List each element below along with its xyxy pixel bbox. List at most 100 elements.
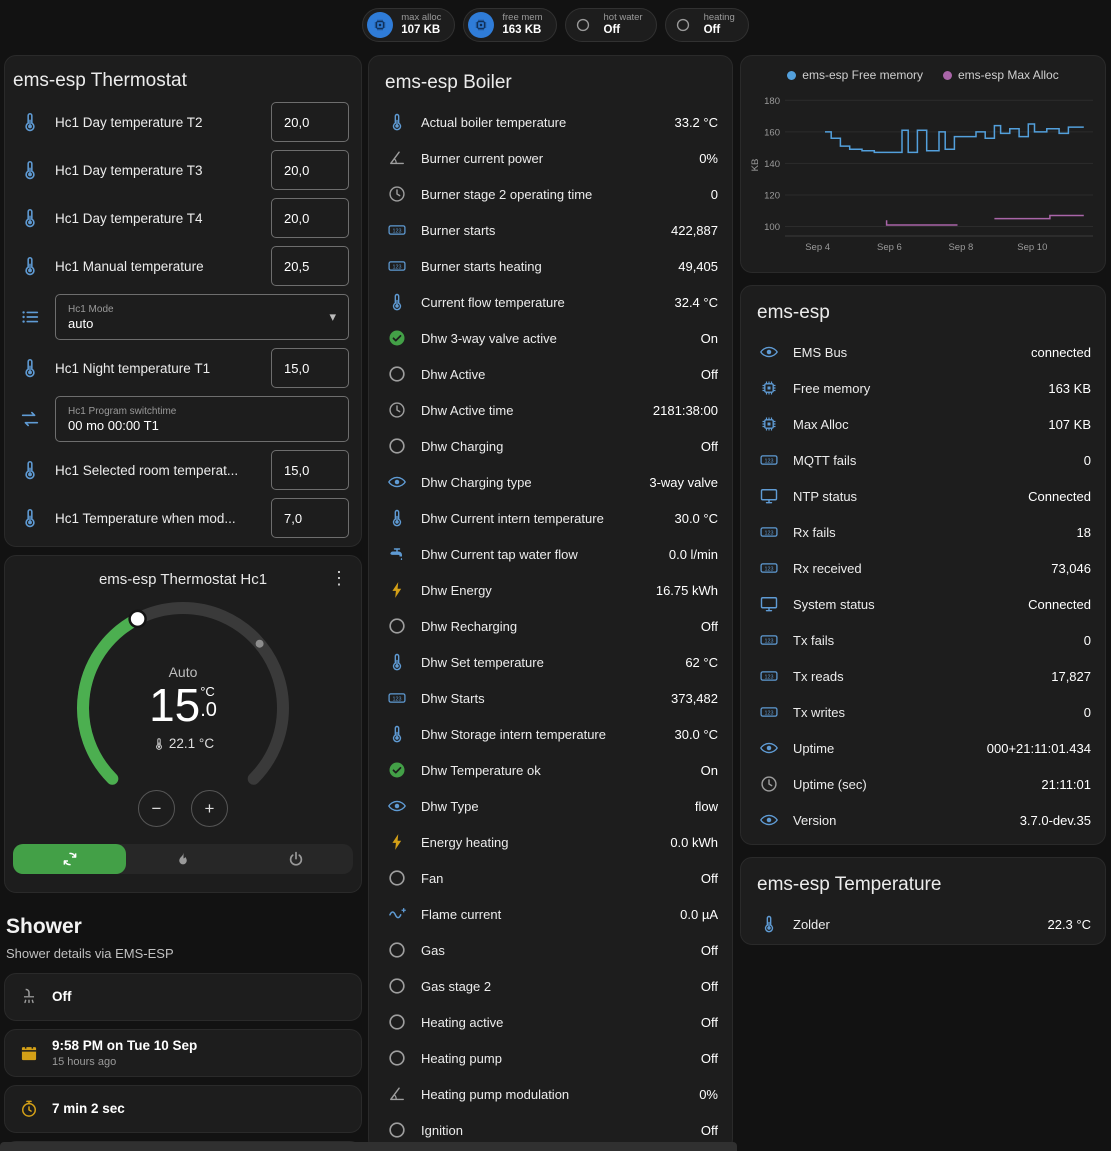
entity-row[interactable]: System statusConnected — [741, 586, 1105, 622]
entity-row[interactable]: Burner current power0% — [369, 140, 732, 176]
badge-max-alloc[interactable]: max alloc107 KB — [362, 8, 455, 42]
entity-value: connected — [1031, 345, 1091, 360]
badge-value: 107 KB — [401, 24, 441, 37]
shower-card[interactable]: Off — [4, 973, 362, 1021]
entity-name: MQTT fails — [793, 453, 1070, 468]
entity-name: Dhw Charging — [421, 439, 687, 454]
entity-row[interactable]: Flame current0.0 µA — [369, 896, 732, 932]
thermostat-dial[interactable]: Auto 15 °C .0 22.1 °C − + — [63, 590, 303, 834]
entity-row[interactable]: Version3.7.0-dev.35 — [741, 802, 1105, 838]
y-tick-label: 120 — [764, 190, 780, 201]
shower-card[interactable]: 7 min 2 sec — [4, 1085, 362, 1133]
entity-row[interactable]: 123Tx reads17,827 — [741, 658, 1105, 694]
more-options-button[interactable]: ⋮ — [327, 566, 351, 590]
decrease-temperature-button[interactable]: − — [138, 790, 175, 827]
section-subtitle: Shower details via EMS-ESP — [6, 946, 360, 961]
entity-row[interactable]: Max Alloc107 KB — [741, 406, 1105, 442]
badge-hot-water[interactable]: hot waterOff — [565, 8, 657, 42]
hvac-mode-auto-button[interactable] — [13, 844, 126, 874]
legend-item[interactable]: ems-esp Free memory — [787, 68, 923, 82]
entity-row[interactable]: Uptime000+21:11:01.434 — [741, 730, 1105, 766]
legend-item[interactable]: ems-esp Max Alloc — [943, 68, 1059, 82]
entity-name: Burner stage 2 operating time — [421, 187, 697, 202]
circle-outline-icon — [387, 616, 407, 636]
entity-row[interactable]: NTP statusConnected — [741, 478, 1105, 514]
entity-row[interactable]: 123Burner starts422,887 — [369, 212, 732, 248]
entity-row[interactable]: GasOff — [369, 932, 732, 968]
entity-row[interactable]: Uptime (sec)21:11:01 — [741, 766, 1105, 802]
entity-row[interactable]: Dhw RechargingOff — [369, 608, 732, 644]
number-input[interactable]: 7,0 — [271, 498, 349, 538]
entity-value: 73,046 — [1051, 561, 1091, 576]
entity-row[interactable]: 123Tx fails0 — [741, 622, 1105, 658]
counter-icon: 123 — [759, 630, 779, 650]
memory-chart-card[interactable]: ems-esp Free memoryems-esp Max Alloc 100… — [740, 55, 1106, 273]
mode-select[interactable]: Hc1 Modeauto▾ — [55, 294, 349, 340]
badge-heating[interactable]: heatingOff — [665, 8, 749, 42]
entity-name: Rx received — [793, 561, 1037, 576]
badge-label: hot water — [604, 13, 643, 24]
entity-row[interactable]: Dhw Temperature okOn — [369, 752, 732, 788]
series-line — [825, 124, 1084, 152]
entity-row[interactable]: Heating pumpOff — [369, 1040, 732, 1076]
badge-label: heating — [704, 13, 735, 24]
entity-row[interactable]: Zolder22.3 °C — [741, 906, 1105, 942]
dial-handle[interactable] — [130, 611, 146, 627]
entity-name: Current flow temperature — [421, 295, 660, 310]
eye-icon — [759, 810, 779, 830]
swap-icon — [19, 408, 41, 430]
badge-free-mem[interactable]: free mem163 KB — [463, 8, 556, 42]
y-axis-label: KB — [750, 159, 761, 172]
entity-row[interactable]: EMS Busconnected — [741, 334, 1105, 370]
entity-name: Heating pump — [421, 1051, 687, 1066]
number-input[interactable]: 15,0 — [271, 450, 349, 490]
entity-row[interactable]: 123Tx writes0 — [741, 694, 1105, 730]
thermometer-icon — [387, 112, 407, 132]
entity-row[interactable]: 123Burner starts heating49,405 — [369, 248, 732, 284]
entity-row[interactable]: Free memory163 KB — [741, 370, 1105, 406]
entity-row[interactable]: Dhw Current intern temperature30.0 °C — [369, 500, 732, 536]
entity-row[interactable]: Heating pump modulation0% — [369, 1076, 732, 1112]
counter-icon: 123 — [387, 220, 407, 240]
entity-row[interactable]: Actual boiler temperature33.2 °C — [369, 104, 732, 140]
entity-value: 0 — [1084, 453, 1091, 468]
entity-value: 0.0 kWh — [670, 835, 718, 850]
entity-row[interactable]: Burner stage 2 operating time0 — [369, 176, 732, 212]
entity-row[interactable]: Dhw ChargingOff — [369, 428, 732, 464]
hvac-mode-heat-button[interactable] — [126, 844, 239, 874]
entity-row[interactable]: Dhw Set temperature62 °C — [369, 644, 732, 680]
number-input[interactable]: 15,0 — [271, 348, 349, 388]
svg-text:123: 123 — [392, 696, 401, 702]
thermostat-rows: Hc1 Day temperature T220,0Hc1 Day temper… — [5, 98, 361, 542]
hvac-mode-off-button[interactable] — [240, 844, 353, 874]
text-input[interactable]: Hc1 Program switchtime00 mo 00:00 T1 — [55, 396, 349, 442]
entity-row[interactable]: FanOff — [369, 860, 732, 896]
entity-row[interactable]: 123Dhw Starts373,482 — [369, 680, 732, 716]
entity-row[interactable]: Dhw Storage intern temperature30.0 °C — [369, 716, 732, 752]
entity-row[interactable]: Heating activeOff — [369, 1004, 732, 1040]
entity-row[interactable]: 123Rx received73,046 — [741, 550, 1105, 586]
number-input[interactable]: 20,0 — [271, 198, 349, 238]
number-input[interactable]: 20,0 — [271, 102, 349, 142]
entity-value: 16.75 kWh — [656, 583, 718, 598]
entity-row[interactable]: Dhw Energy16.75 kWh — [369, 572, 732, 608]
partial-card-edge — [0, 1142, 737, 1151]
entity-row[interactable]: Dhw Charging type3-way valve — [369, 464, 732, 500]
number-input[interactable]: 20,0 — [271, 150, 349, 190]
increase-temperature-button[interactable]: + — [191, 790, 228, 827]
entity-row[interactable]: Current flow temperature32.4 °C — [369, 284, 732, 320]
entity-row[interactable]: Dhw Current tap water flow0.0 l/min — [369, 536, 732, 572]
entity-row[interactable]: Dhw 3-way valve activeOn — [369, 320, 732, 356]
entity-row[interactable]: Dhw ActiveOff — [369, 356, 732, 392]
number-input[interactable]: 20,5 — [271, 246, 349, 286]
entity-value: 33.2 °C — [674, 115, 718, 130]
entity-row[interactable]: Energy heating0.0 kWh — [369, 824, 732, 860]
entity-row[interactable]: 123Rx fails18 — [741, 514, 1105, 550]
entity-row[interactable]: 123MQTT fails0 — [741, 442, 1105, 478]
thermometer-icon — [19, 357, 41, 379]
entity-row[interactable]: Gas stage 2Off — [369, 968, 732, 1004]
entity-row[interactable]: Dhw Typeflow — [369, 788, 732, 824]
entity-row[interactable]: Dhw Active time2181:38:00 — [369, 392, 732, 428]
shower-card[interactable]: 9:58 PM on Tue 10 Sep15 hours ago — [4, 1029, 362, 1077]
entity-name: Dhw Temperature ok — [421, 763, 687, 778]
